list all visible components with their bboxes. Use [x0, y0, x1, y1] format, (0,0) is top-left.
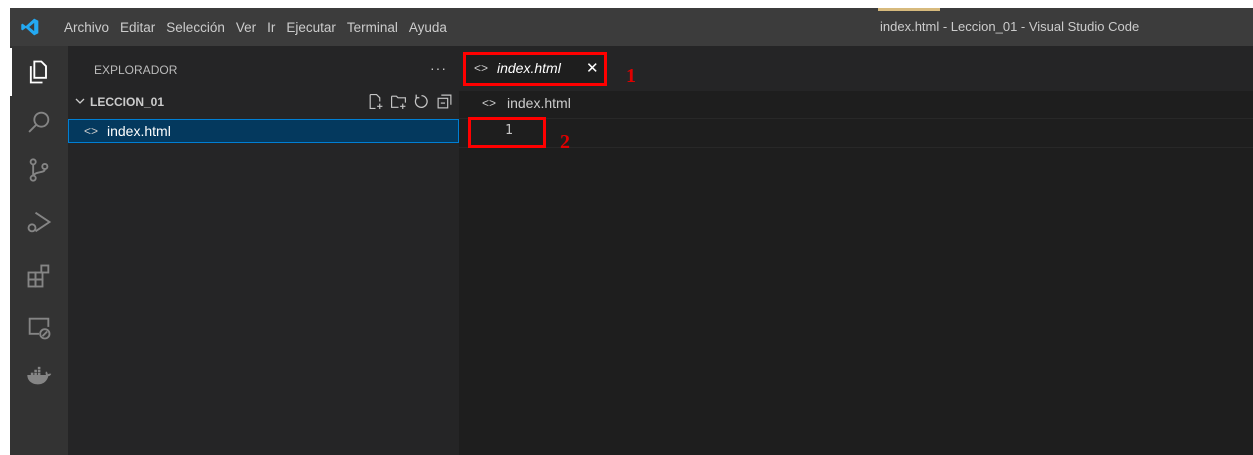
- menu-seleccion[interactable]: Selección: [166, 20, 225, 35]
- menu-archivo[interactable]: Archivo: [64, 20, 109, 35]
- menu-ejecutar[interactable]: Ejecutar: [286, 20, 336, 35]
- folder-section-header[interactable]: LECCION_01: [68, 92, 459, 114]
- breadcrumb[interactable]: <> index.html: [459, 91, 1253, 116]
- tab-label: index.html: [497, 60, 561, 76]
- html-file-icon: <>: [84, 124, 99, 138]
- vscode-window: Archivo Editar Selección Ver Ir Ejecutar…: [10, 8, 1253, 455]
- breadcrumb-file: index.html: [507, 95, 571, 111]
- collapse-all-icon[interactable]: [436, 93, 453, 110]
- current-line-highlight: [459, 118, 1253, 148]
- line-number: 1: [505, 123, 513, 138]
- source-control-icon[interactable]: [10, 146, 68, 194]
- annotation-marker-1: 1: [626, 65, 636, 87]
- tab-bar: <> index.html ✕ 1: [459, 46, 1253, 91]
- docker-icon[interactable]: [10, 351, 68, 399]
- menu-ver[interactable]: Ver: [236, 20, 256, 35]
- folder-name: LECCION_01: [90, 95, 165, 109]
- tab-index-html[interactable]: <> index.html ✕: [463, 52, 607, 86]
- refresh-icon[interactable]: [413, 93, 430, 110]
- annotation-marker-2: 2: [560, 131, 570, 153]
- html-file-icon: <>: [482, 96, 497, 110]
- close-icon[interactable]: ✕: [586, 59, 599, 77]
- remote-explorer-icon[interactable]: [10, 304, 68, 352]
- title-bar: Archivo Editar Selección Ver Ir Ejecutar…: [10, 8, 1253, 46]
- chevron-down-icon: [75, 98, 85, 104]
- explorer-sidebar: EXPLORADOR ··· LECCION_01 <> index.html: [68, 46, 459, 455]
- new-file-icon[interactable]: [367, 93, 384, 110]
- folder-actions: [367, 93, 453, 110]
- menu-ayuda[interactable]: Ayuda: [409, 20, 447, 35]
- file-name: index.html: [107, 123, 171, 139]
- window-title: index.html - Leccion_01 - Visual Studio …: [880, 19, 1140, 34]
- menu-ir[interactable]: Ir: [267, 20, 275, 35]
- extensions-icon[interactable]: [10, 252, 68, 300]
- sidebar-title: EXPLORADOR: [94, 63, 178, 77]
- menu-editar[interactable]: Editar: [120, 20, 155, 35]
- vscode-logo-icon: [21, 18, 39, 36]
- explorer-icon[interactable]: [10, 48, 68, 96]
- editor-area: <> index.html ✕ 1 <> index.html 1 2: [459, 46, 1253, 455]
- html-file-icon: <>: [474, 61, 489, 75]
- menu-bar: Archivo Editar Selección Ver Ir Ejecutar…: [64, 8, 458, 46]
- search-icon[interactable]: [10, 98, 68, 146]
- new-folder-icon[interactable]: [390, 93, 407, 110]
- menu-terminal[interactable]: Terminal: [347, 20, 398, 35]
- more-actions-button[interactable]: ···: [430, 60, 447, 76]
- title-accent-bar: [878, 8, 940, 11]
- file-item-index-html[interactable]: <> index.html: [68, 119, 459, 143]
- run-debug-icon[interactable]: [10, 198, 68, 246]
- activity-bar: [10, 46, 68, 455]
